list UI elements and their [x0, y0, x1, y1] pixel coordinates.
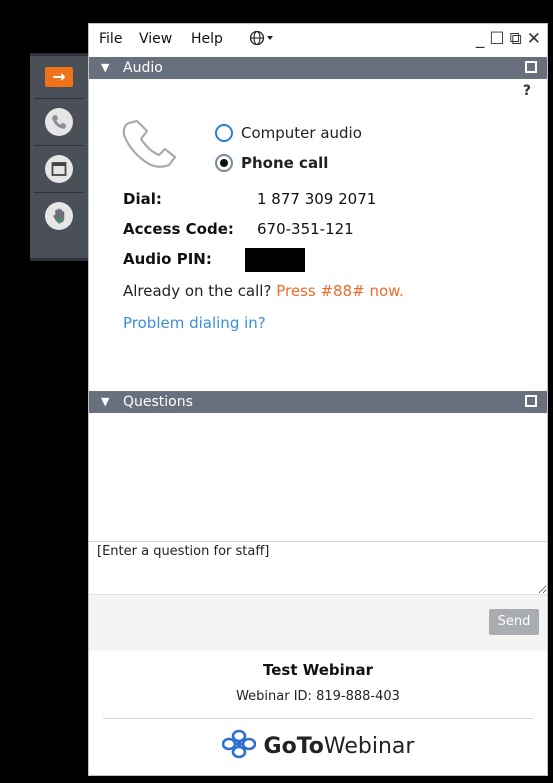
minimize-button[interactable]: _: [476, 29, 485, 49]
strip-divider: [34, 192, 84, 193]
brand-goto: GoTo: [263, 733, 324, 759]
help-button[interactable]: ?: [523, 83, 531, 99]
phone-call-label: Phone call: [241, 154, 329, 172]
phone-call-option[interactable]: Phone call: [215, 154, 328, 172]
control-strip: →: [30, 53, 88, 261]
computer-audio-option[interactable]: Computer audio: [215, 124, 362, 142]
collapse-triangle-icon[interactable]: ▼: [101, 57, 109, 79]
questions-panel-header[interactable]: ▼ Questions: [89, 391, 547, 413]
popout-panel-icon[interactable]: [525, 395, 537, 407]
computer-audio-label: Computer audio: [241, 124, 362, 142]
footer-divider: [103, 718, 533, 719]
menu-view[interactable]: View: [139, 31, 172, 47]
audio-panel-title: Audio: [123, 60, 163, 76]
arrow-right-icon: →: [45, 67, 73, 87]
problem-dialing-link[interactable]: Problem dialing in?: [123, 314, 266, 332]
questions-panel-title: Questions: [123, 394, 193, 410]
webinar-footer: Test Webinar Webinar ID: 819-888-403 GoT…: [89, 651, 547, 775]
computer-audio-radio[interactable]: [215, 124, 233, 142]
send-bar: Send: [89, 594, 547, 653]
strip-divider: [34, 98, 84, 99]
brand-webinar: Webinar: [323, 733, 415, 759]
gotowebinar-flower-icon: [221, 729, 256, 763]
questions-log: [89, 413, 547, 542]
access-code-label: Access Code:: [123, 220, 234, 238]
menu-file[interactable]: File: [99, 31, 122, 47]
webinar-title: Test Webinar: [263, 661, 373, 679]
dial-number: 1 877 309 2071: [257, 190, 377, 208]
globe-icon[interactable]: [249, 30, 275, 50]
frame-bottom: [0, 776, 553, 783]
popout-button[interactable]: ⧉: [510, 29, 522, 49]
brand-name: GoToWebinar: [264, 734, 415, 759]
question-input[interactable]: [Enter a question for staff]: [89, 542, 547, 594]
radio-selected-dot: [220, 159, 228, 167]
raise-hand-button[interactable]: [34, 198, 84, 234]
collapse-panel-button[interactable]: →: [34, 59, 84, 95]
audio-toggle-button[interactable]: [34, 104, 84, 140]
webinar-id: Webinar ID: 819-888-403: [236, 689, 400, 704]
raise-hand-icon: [45, 202, 73, 230]
popout-panel-icon[interactable]: [525, 61, 537, 73]
strip-divider: [34, 145, 84, 146]
send-button[interactable]: Send: [489, 609, 539, 635]
gotowebinar-logo: GoToWebinar: [89, 729, 547, 763]
already-on-call-text: Already on the call? Press #88# now.: [123, 282, 404, 300]
gotowebinar-control-panel: File View Help _ ☐ ⧉ ✕ ▼ Audio ? Compute…: [88, 23, 548, 776]
audio-panel-header[interactable]: ▼ Audio: [89, 57, 547, 79]
already-on-call-question: Already on the call?: [123, 282, 272, 300]
press-code-instruction: Press #88# now.: [276, 282, 404, 300]
phone-call-radio[interactable]: [215, 154, 233, 172]
window-icon: [45, 155, 73, 183]
phone-icon: [45, 108, 73, 136]
menu-bar: File View Help _ ☐ ⧉ ✕: [89, 24, 547, 55]
audio-pin-label: Audio PIN:: [123, 250, 212, 268]
window-controls: _ ☐ ⧉ ✕: [476, 29, 541, 49]
phone-handset-icon: [119, 119, 185, 175]
maximize-button[interactable]: ☐: [489, 29, 504, 49]
collapse-triangle-icon[interactable]: ▼: [101, 391, 109, 413]
frame-right: [548, 0, 553, 783]
access-code-value: 670-351-121: [257, 220, 354, 238]
audio-pin-redacted: [245, 248, 305, 272]
menu-help[interactable]: Help: [191, 31, 223, 47]
close-button[interactable]: ✕: [527, 29, 541, 49]
dial-label: Dial:: [123, 190, 162, 208]
screen-view-button[interactable]: [34, 151, 84, 187]
